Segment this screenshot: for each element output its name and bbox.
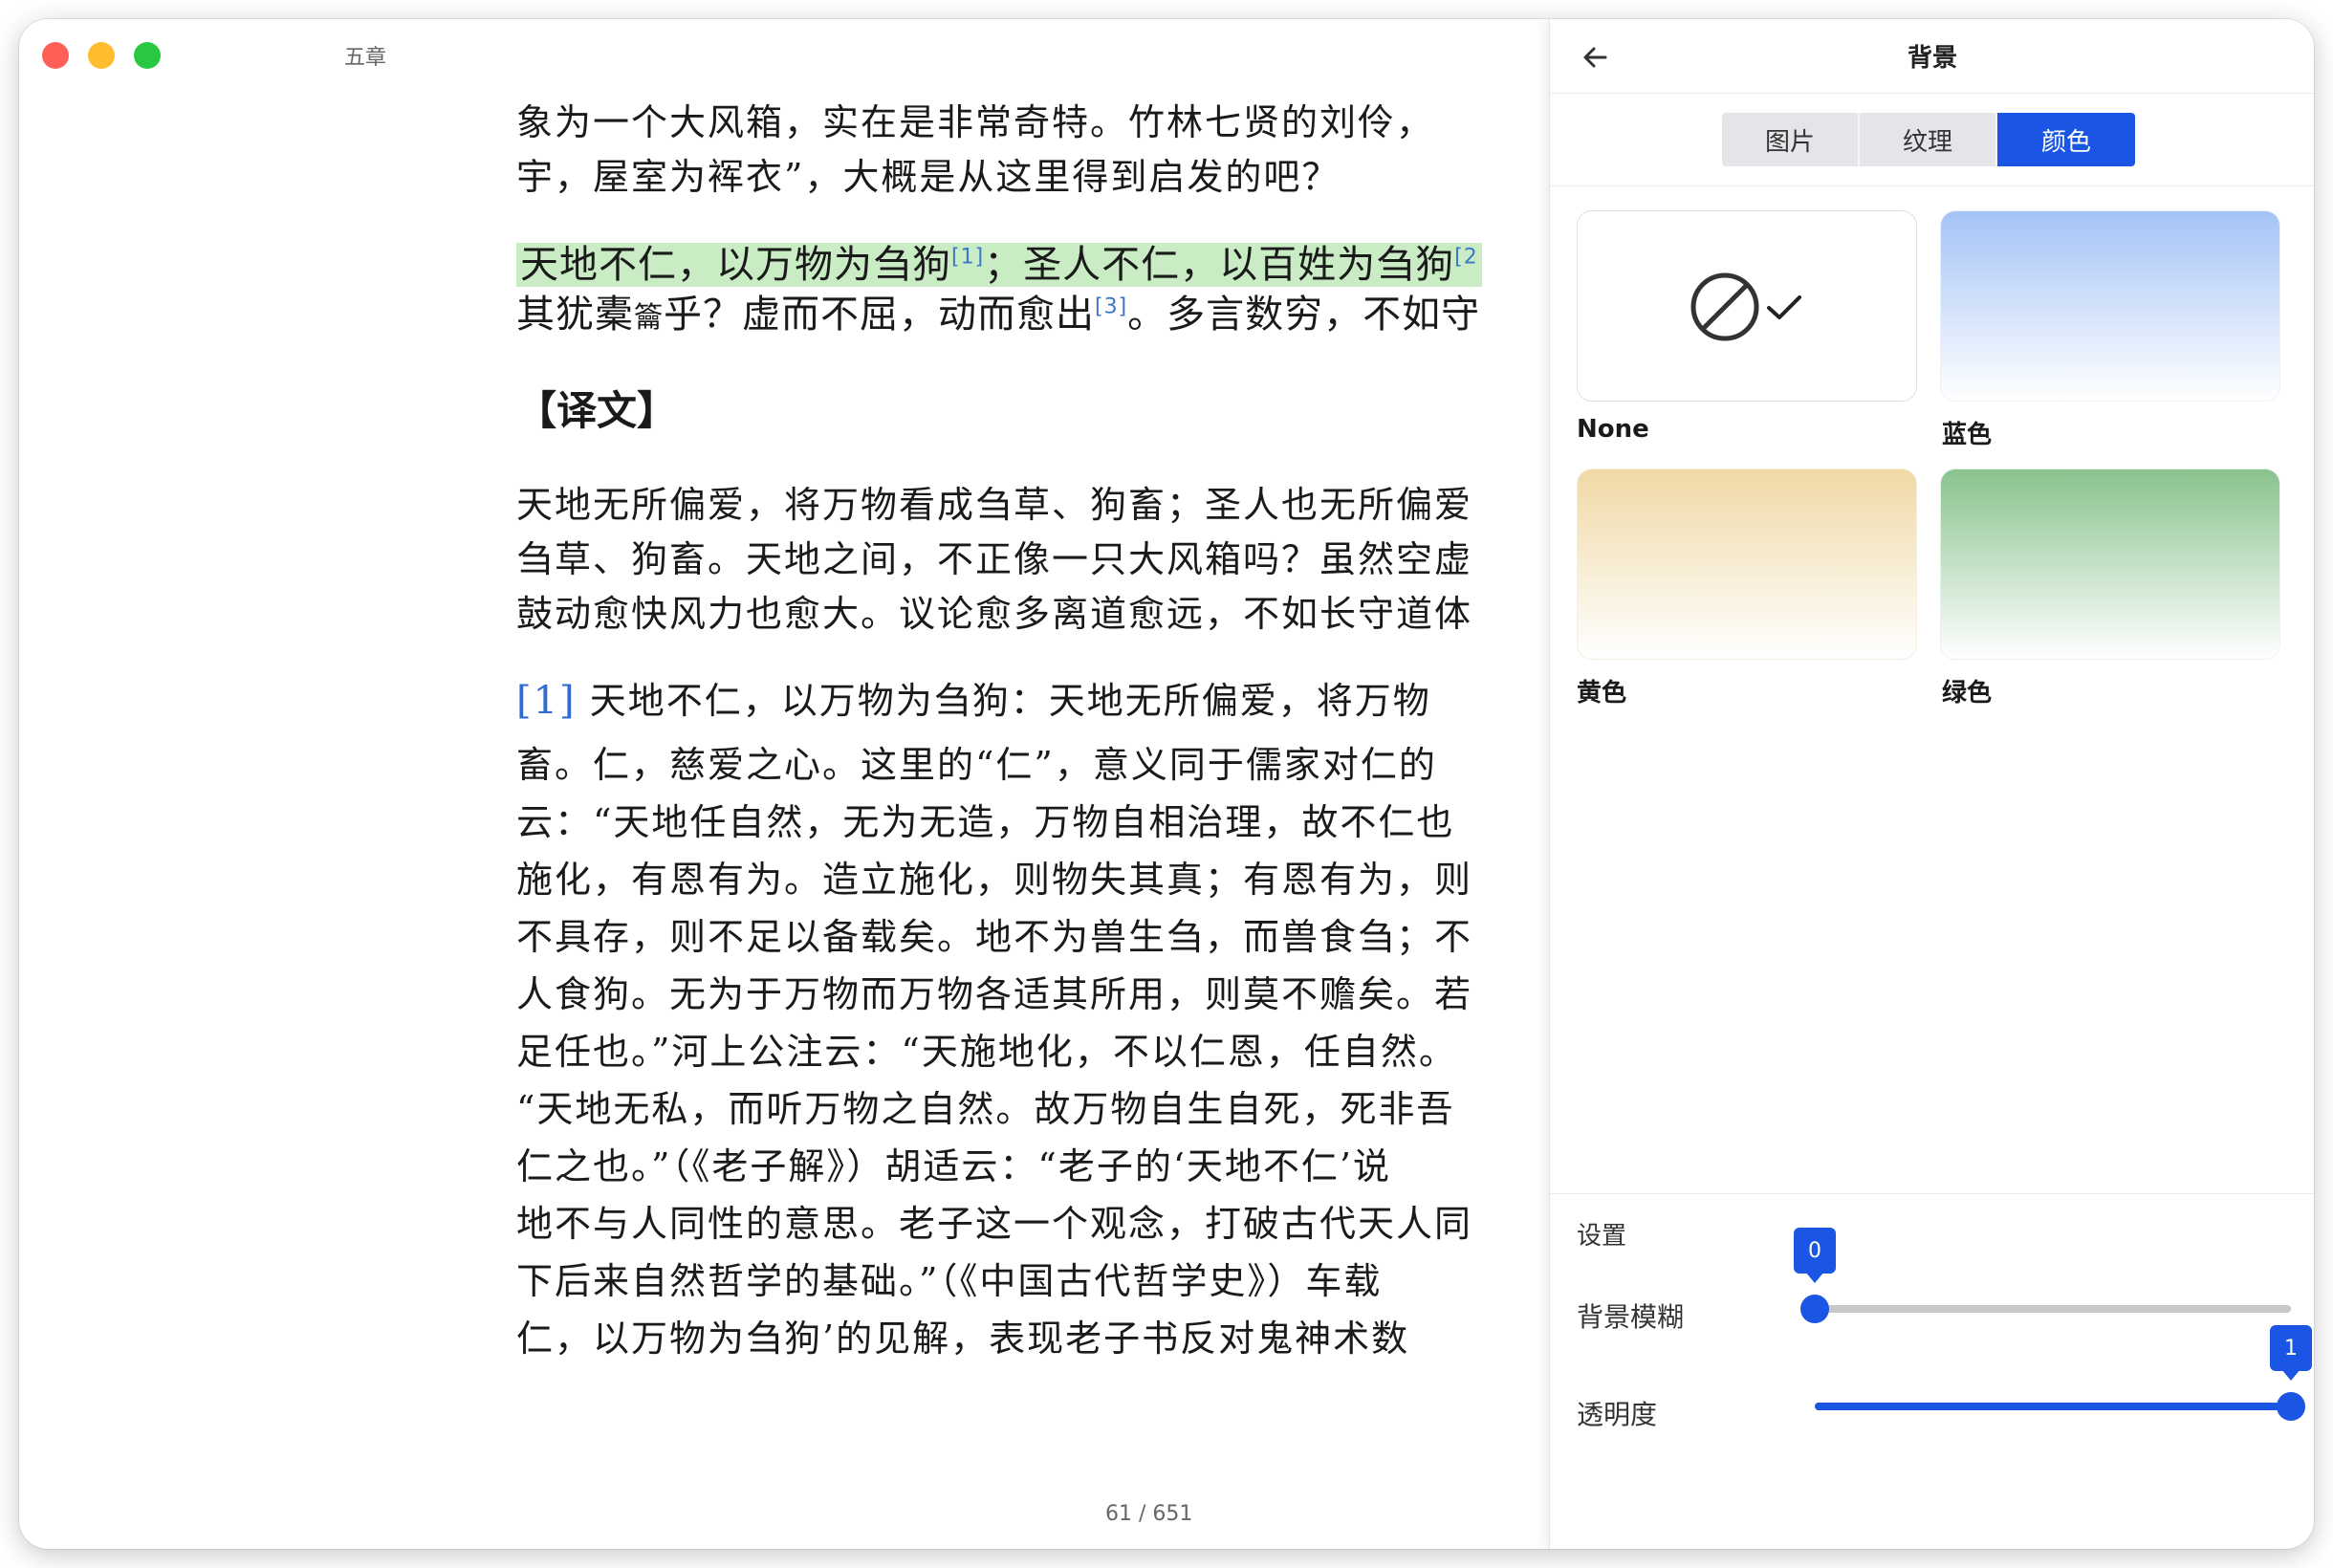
tab-image[interactable]: 图片 [1722, 113, 1860, 166]
book-text: 象为一个大风箱，实在是非常奇特。竹林七贤的刘伶， 宇，屋室为裈衣”，大概是从这里… [516, 96, 1549, 1367]
note-line: 下后来自然哲学的基础。”（《中国古代哲学史》）车载 [516, 1260, 1383, 1302]
footnote-link-3[interactable]: [3] [1095, 295, 1127, 319]
background-settings-panel: 背景 图片 纹理 颜色 None 蓝色 黄色 绿色 设置 背景模糊 0 透明度 … [1549, 19, 2314, 1549]
swatch-none-label: None [1577, 415, 1649, 444]
reader-view[interactable]: 象为一个大风箱，实在是非常奇特。竹林七贤的刘伶， 宇，屋室为裈衣”，大概是从这里… [19, 19, 1549, 1549]
blur-label: 背景模糊 [1577, 1301, 1685, 1333]
note-line: 不具存，则不足以备载矣。地不为兽生刍，而兽食刍；不 [516, 916, 1473, 958]
opacity-value-tooltip: 1 [2270, 1325, 2312, 1381]
text-line: 其犹橐籥乎？虚而不屈，动而愈出[3]。多言数穷，不如守 [516, 293, 1481, 337]
note-line: 人食狗。无为于万物而万物各适其所用，则莫不赡矣。若 [516, 973, 1473, 1015]
opacity-slider-track[interactable] [1815, 1403, 2291, 1410]
note-line: 仁，以万物为刍狗’的见解，表现老子书反对鬼神术数 [516, 1318, 1410, 1360]
panel-title: 背景 [1907, 44, 1957, 73]
opacity-slider-thumb[interactable] [2277, 1392, 2305, 1421]
blur-value-tooltip: 0 [1794, 1228, 1836, 1283]
section-heading: 【译文】 [516, 387, 678, 434]
swatch-none[interactable] [1577, 210, 1917, 402]
translation-line: 天地无所偏爱，将万物看成刍草、狗畜；圣人也无所偏爱 [516, 484, 1473, 526]
page-indicator: 61 / 651 [1105, 1502, 1193, 1526]
panel-header: 背景 [1550, 19, 2314, 94]
note-line: “天地无私，而听万物之自然。故万物自生自死，死非吾 [516, 1088, 1455, 1130]
note-line: 畜。仁，慈爱之心。这里的“仁”，意义同于儒家对仁的 [516, 744, 1437, 786]
opacity-label: 透明度 [1577, 1399, 1658, 1430]
note-line: 足任也。”河上公注云：“天施地化，不以仁恩，任自然。 [516, 1031, 1457, 1073]
note-line: 仁之也。”（《老子解》）胡适云：“老子的‘天地不仁’说 [516, 1145, 1392, 1187]
swatch-yellow[interactable] [1577, 468, 1917, 660]
text-line: 象为一个大风箱，实在是非常奇特。竹林七贤的刘伶， [516, 101, 1435, 143]
note-marker-link[interactable]: [1] [516, 679, 577, 723]
swatch-green-label: 绿色 [1942, 679, 1993, 708]
none-icon [1690, 272, 1759, 341]
swatch-blue[interactable] [1940, 210, 2280, 402]
blur-slider-track[interactable] [1815, 1305, 2291, 1313]
translation-line: 刍草、狗畜。天地之间，不正像一只大风箱吗？虽然空虚 [516, 538, 1473, 580]
note-line: 云：“天地任自然，无为无造，万物自相治理，故不仁也 [516, 801, 1455, 843]
background-type-tabs: 图片 纹理 颜色 [1722, 113, 2135, 166]
footnote-link-1[interactable]: [1] [951, 246, 984, 270]
note-line: 地不与人同性的意思。老子这一个观念，打破古代天人同 [516, 1203, 1473, 1245]
blur-slider-thumb[interactable] [1800, 1295, 1829, 1323]
app-window: 五章 象为一个大风箱，实在是非常奇特。竹林七贤的刘伶， 宇，屋室为裈衣”，大概是… [19, 19, 2314, 1549]
text-line: 宇，屋室为裈衣”，大概是从这里得到启发的吧？ [516, 156, 1341, 198]
checkmark-icon [1767, 295, 1801, 319]
divider [1550, 1193, 2314, 1194]
settings-title: 设置 [1577, 1222, 1627, 1251]
swatch-blue-label: 蓝色 [1942, 421, 1993, 449]
divider [1550, 185, 2314, 186]
translation-line: 鼓动愈快风力也愈大。议论愈多离道愈远，不如长守道体 [516, 593, 1473, 635]
swatch-green[interactable] [1940, 468, 2280, 660]
footnote-link-2[interactable]: [2 [1454, 246, 1478, 270]
tab-color[interactable]: 颜色 [1997, 113, 2135, 166]
tab-texture[interactable]: 纹理 [1860, 113, 1997, 166]
note-line: 施化，有恩有为。造立施化，则物失其真；有恩有为，则 [516, 859, 1473, 901]
swatch-yellow-label: 黄色 [1577, 679, 1627, 708]
note-line: [1] 天地不仁，以万物为刍狗：天地无所偏爱，将万物 [516, 679, 1431, 723]
